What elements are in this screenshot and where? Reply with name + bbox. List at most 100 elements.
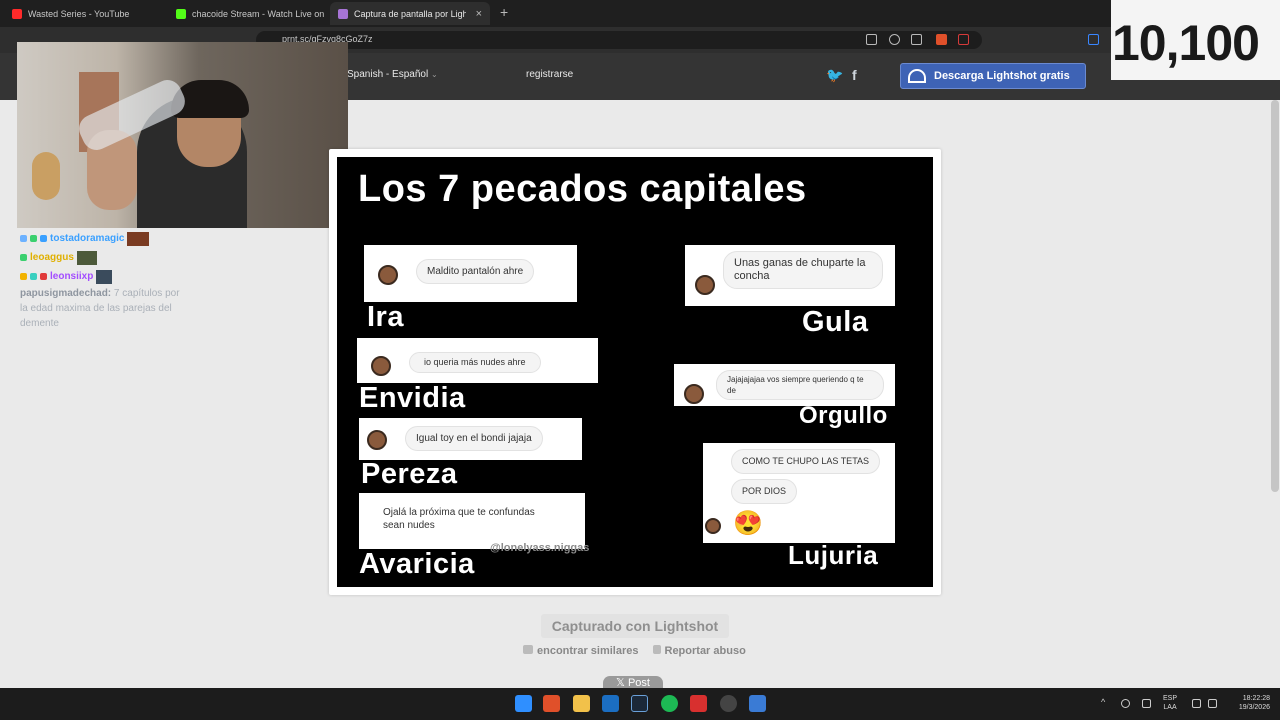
bing-icon[interactable] [602,695,619,712]
sin-label: Gula [802,306,869,338]
chat-user-line: tostadoramagic [20,229,180,248]
chat-username: leonsiixp [50,271,94,282]
sin-label: Ira [367,301,404,333]
badge-icon [20,273,27,280]
sin-label: Orgullo [799,402,888,429]
app-icon[interactable] [749,695,766,712]
chat-message: papusigmadechad: 7 capítulos por la edad… [20,286,180,331]
recorder-app-icon[interactable] [690,695,707,712]
youtube-icon [12,8,22,19]
badge-icon [20,254,27,261]
flag-icon [652,645,661,654]
file-explorer-icon[interactable] [573,695,590,712]
lightshot-feather-icon [338,8,348,19]
chat-message-user: papusigmadechad: [20,288,112,299]
zoom-icon[interactable] [889,34,900,45]
image-actions: encontrar similares Reportar abuso [523,645,746,657]
sin-label: Envidia [359,382,466,414]
chat-username: leoaggus [30,252,74,263]
stream-counter: 10,100 [1111,0,1280,80]
emote-icon [127,231,150,246]
chat-bubble-ira: Maldito pantalón ahre [364,245,577,302]
meme-watermark: @lonelyass.niggas [490,542,590,554]
spotify-icon[interactable] [661,695,678,712]
tab-title: Wasted Series - YouTube [28,8,130,19]
bubble-text: io queria más nudes ahre [409,352,541,373]
system-clock[interactable]: 18:22:28 19/3/2026 [1226,694,1270,712]
kick-icon [176,8,186,19]
microphone-icon[interactable] [1142,699,1151,708]
bubble-text: Jajajajajaa vos siempre queriendo q te d… [716,370,884,400]
chat-bubble-pereza: Igual toy en el bondi jajaja [359,418,582,460]
bubble-text: POR DIOS [731,479,798,504]
steam-icon[interactable] [631,695,648,712]
chat-bubble-lujuria: COMO TE CHUPO LAS TETAS POR DIOS 😍 [703,443,895,543]
webcam-overlay [17,42,348,228]
zoom-cursor-icon: ⊕ [469,532,479,544]
twitter-icon[interactable]: 🐦 [826,67,843,84]
bubble-text: Igual toy en el bondi jajaja [405,426,543,451]
report-abuse-link[interactable]: Reportar abuso [652,645,746,657]
chevron-up-icon[interactable]: ^ [1101,697,1110,707]
tab-kick[interactable]: chacoide Stream - Watch Live on [168,2,328,25]
bubble-text: Unas ganas de chuparte la concha [723,251,883,289]
tab-lightshot[interactable]: Captura de pantalla por Lightshot × [330,2,490,25]
avatar [705,518,721,534]
webcam-guitar [32,152,60,200]
chat-user-line: leonsiixp [20,267,180,286]
tab-title: chacoide Stream - Watch Live on [192,8,325,19]
avatar [367,430,387,450]
share-icon[interactable] [911,34,922,45]
chat-bubble-orgullo: Jajajajajaa vos siempre queriendo q te d… [674,364,895,406]
badge-icon [20,235,27,242]
avatar [378,265,398,285]
input-language[interactable]: ESP LAA [1163,694,1177,712]
avatar [684,384,704,404]
chat-bubble-gula: Unas ganas de chuparte la concha [685,245,895,306]
badge-icon [40,273,47,280]
chat-overlay: tostadoramagic leoaggus leonsiixp papusi… [20,229,180,331]
sin-label: Lujuria [788,540,879,570]
display-icon[interactable] [1192,699,1201,708]
counter-value: 10,100 [1112,15,1260,71]
close-tab-icon[interactable]: × [476,8,482,20]
sin-label: Avaricia [359,548,475,580]
camera-icon [523,645,533,654]
tab-title: Captura de pantalla por Lightshot [354,8,466,19]
chat-bubble-envidia: io queria más nudes ahre [357,338,598,383]
tab-youtube[interactable]: Wasted Series - YouTube [4,2,164,25]
brave-rewards-icon[interactable] [958,34,969,45]
captured-with-label: Capturado con Lightshot [541,614,729,638]
download-cloud-icon [908,69,926,83]
language-selector[interactable]: Spanish - Español ⌄ [347,69,438,80]
facebook-icon[interactable]: f [852,67,857,83]
new-tab-button[interactable]: + [500,4,508,20]
badge-icon [40,235,47,242]
find-similar-link[interactable]: encontrar similares [523,645,639,657]
heart-eyes-emoji-icon: 😍 [733,510,763,537]
brave-browser-icon[interactable] [543,695,560,712]
settings-gear-icon[interactable] [720,695,737,712]
cast-icon[interactable] [866,34,877,45]
download-button[interactable]: Descarga Lightshot gratis [900,63,1086,89]
sin-label: Pereza [361,458,458,490]
extension-icon[interactable] [1088,34,1099,45]
bubble-text: Maldito pantalón ahre [416,259,535,284]
emote-icon [76,250,97,265]
volume-icon[interactable] [1208,699,1217,708]
chat-user-line: leoaggus [20,248,180,267]
avatar [695,275,715,295]
badge-icon [30,273,37,280]
bubble-text: COMO TE CHUPO LAS TETAS [731,449,881,474]
onedrive-icon[interactable] [1121,699,1130,708]
bubble-text: Ojalá la próxima que te confundas sean n… [373,501,559,537]
brave-shield-icon[interactable] [936,34,947,45]
page-scrollbar[interactable] [1271,100,1279,492]
register-link[interactable]: registrarse [526,69,573,80]
chat-username: tostadoramagic [50,233,125,244]
avatar [371,356,391,376]
windows-start-icon[interactable] [515,695,532,712]
badge-icon [30,235,37,242]
chevron-down-icon: ⌄ [430,70,438,79]
meme-title: Los 7 pecados capitales [358,168,807,210]
